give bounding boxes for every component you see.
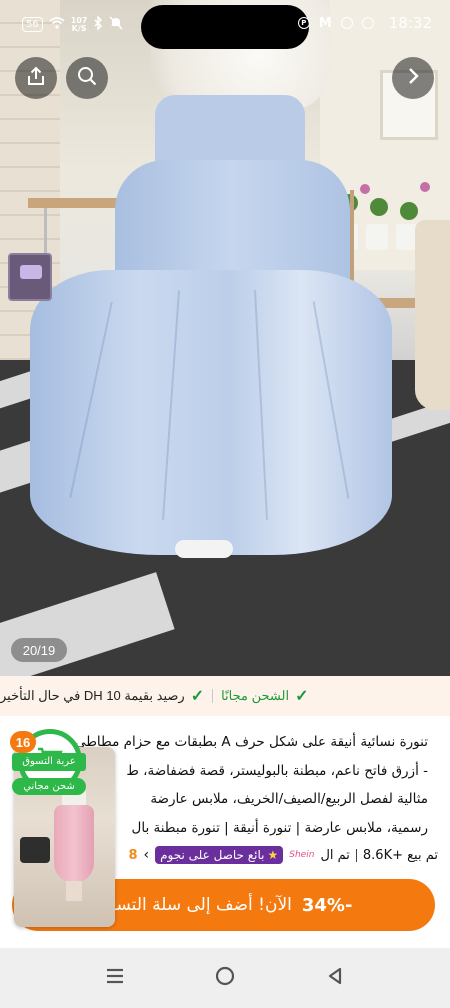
cart-label: عربة التسوق xyxy=(12,753,86,771)
system-navbar xyxy=(0,948,450,1008)
bluetooth-icon xyxy=(93,15,103,33)
check-icon: ✓ xyxy=(190,688,205,705)
delay-credit-item: ✓ رصيد بقيمة 10 DH في حال التأخير xyxy=(0,686,204,706)
thumbnail-preview[interactable] xyxy=(8,253,52,301)
image-counter: 20/19 xyxy=(11,638,67,662)
alarm-icon xyxy=(361,17,374,29)
forward-button[interactable] xyxy=(392,57,434,99)
cart-free-shipping: شحن مجاني xyxy=(12,778,86,795)
home-icon xyxy=(214,965,236,991)
status-bar: 56 107 K/S P M 18:32 xyxy=(0,0,450,52)
rating-value: 8 xyxy=(128,847,138,863)
divider xyxy=(212,689,214,703)
check-icon: ✓ xyxy=(295,688,309,705)
star-seller-label: بائع حاصل على نجوم xyxy=(160,848,265,862)
skirt-bottom-tier xyxy=(30,270,392,555)
menu-icon xyxy=(105,967,125,989)
sold-count: تم بيع +8.6K xyxy=(362,847,438,863)
back-button[interactable] xyxy=(315,958,355,998)
gmail-icon: M xyxy=(318,15,332,31)
clock: 18:32 xyxy=(388,14,432,32)
free-shipping-label: الشحن مجانًا xyxy=(221,688,290,703)
cart-count-badge: 16 xyxy=(10,731,36,753)
back-icon xyxy=(325,966,345,990)
add-to-cart-label: الآن! أضف إلى سلة التسوق xyxy=(94,895,292,915)
signal-badge: 56 xyxy=(22,17,43,32)
star-icon: ★ xyxy=(267,848,279,862)
chevron-left-icon[interactable]: › xyxy=(144,847,150,863)
divider xyxy=(355,848,357,862)
share-icon xyxy=(25,65,47,91)
star-seller-badge[interactable]: ★ بائع حاصل على نجوم xyxy=(155,846,284,864)
share-button[interactable] xyxy=(15,57,57,99)
home-button[interactable] xyxy=(205,958,245,998)
discount-label: -34% xyxy=(301,894,353,916)
search-icon xyxy=(76,65,98,91)
chrome-icon xyxy=(340,17,353,29)
status-left: 56 107 K/S xyxy=(22,15,123,33)
product-image[interactable] xyxy=(0,0,450,676)
search-button[interactable] xyxy=(66,57,108,99)
shipping-strip[interactable]: ✓ الشحن مجانًا ✓ رصيد بقيمة 10 DH في حال… xyxy=(0,676,450,716)
net-speed-unit: K/S xyxy=(71,23,87,33)
camera-notch xyxy=(141,5,309,49)
mute-icon xyxy=(109,16,123,33)
tote-bag xyxy=(415,220,450,410)
brand-mini-logo: Shein xyxy=(289,850,315,860)
floating-cart[interactable]: 16 عربة التسوق شحن مجاني xyxy=(10,729,115,927)
status-right: P M 18:32 xyxy=(297,14,432,32)
delay-credit-label: رصيد بقيمة 10 DH في حال التأخير xyxy=(0,688,185,703)
recents-button[interactable] xyxy=(95,958,135,998)
sold-suffix: تم ال xyxy=(320,847,350,863)
net-speed: 107 K/S xyxy=(71,16,88,33)
chevron-right-icon xyxy=(403,66,423,90)
wifi-icon xyxy=(49,17,65,32)
free-shipping-item: ✓ الشحن مجانًا xyxy=(221,686,308,706)
pinterest-icon: P xyxy=(297,17,310,29)
shoe xyxy=(175,540,233,558)
